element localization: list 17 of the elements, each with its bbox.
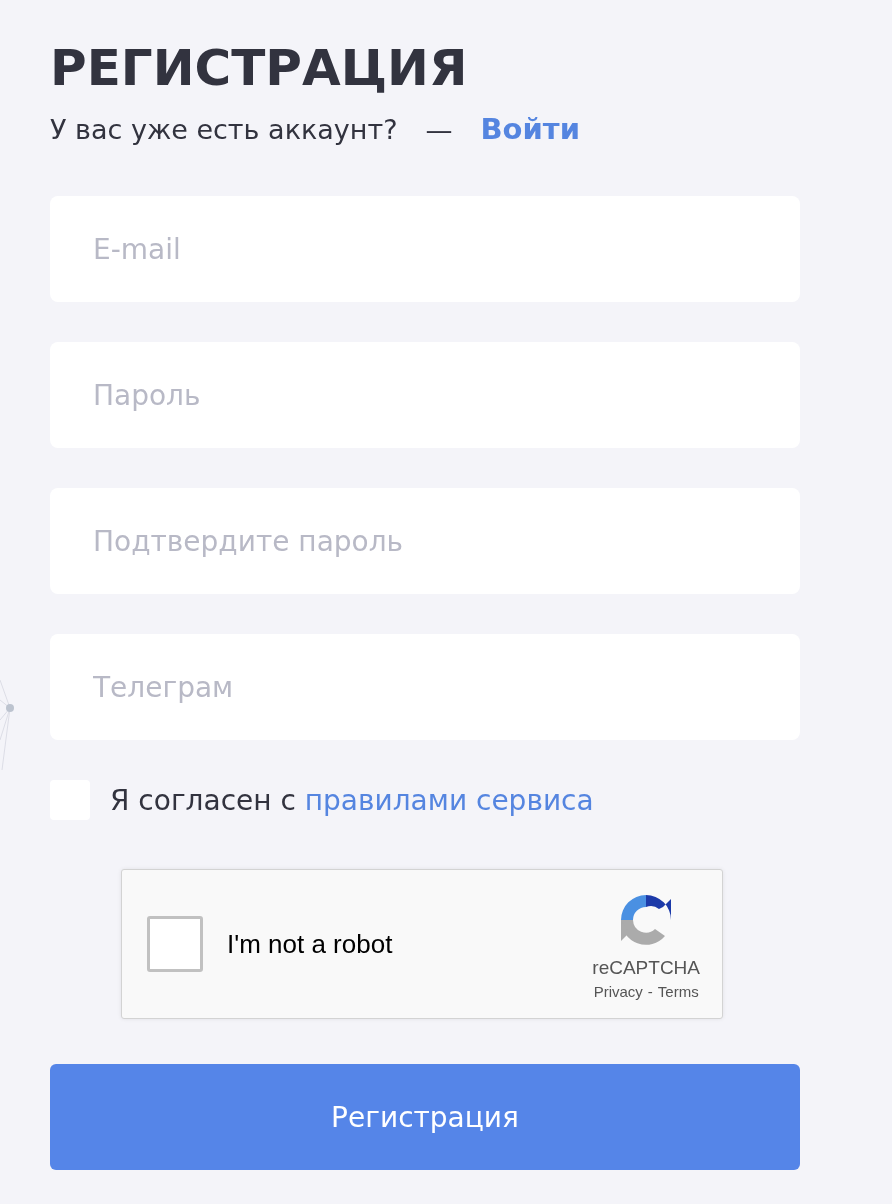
input-field[interactable]: Пароль: [50, 342, 800, 448]
account-question: У вас уже есть аккаунт?: [50, 113, 398, 145]
input-field[interactable]: Подтвердите пароль: [50, 488, 800, 594]
dash: —: [425, 113, 453, 145]
input-field[interactable]: Телеграм: [50, 634, 800, 740]
agreement-text: Я согласен с правилами сервиса: [110, 783, 594, 817]
privacy-link[interactable]: Privacy: [593, 982, 643, 1000]
captcha-checkbox[interactable]: [147, 916, 203, 972]
register-button[interactable]: Регистрация: [50, 1064, 800, 1170]
separator: -: [647, 982, 653, 1000]
page-title: РЕГИСТРАЦИЯ: [50, 38, 469, 98]
captcha-brand: reCAPTCHA: [592, 956, 700, 979]
terms-link[interactable]: правилами сервиса: [304, 783, 594, 817]
terms-link[interactable]: Terms: [657, 982, 699, 1000]
input-field[interactable]: E-mail: [50, 196, 800, 302]
captcha-label: I'm not a robot: [227, 928, 394, 960]
login-link[interactable]: Войти: [480, 112, 580, 146]
